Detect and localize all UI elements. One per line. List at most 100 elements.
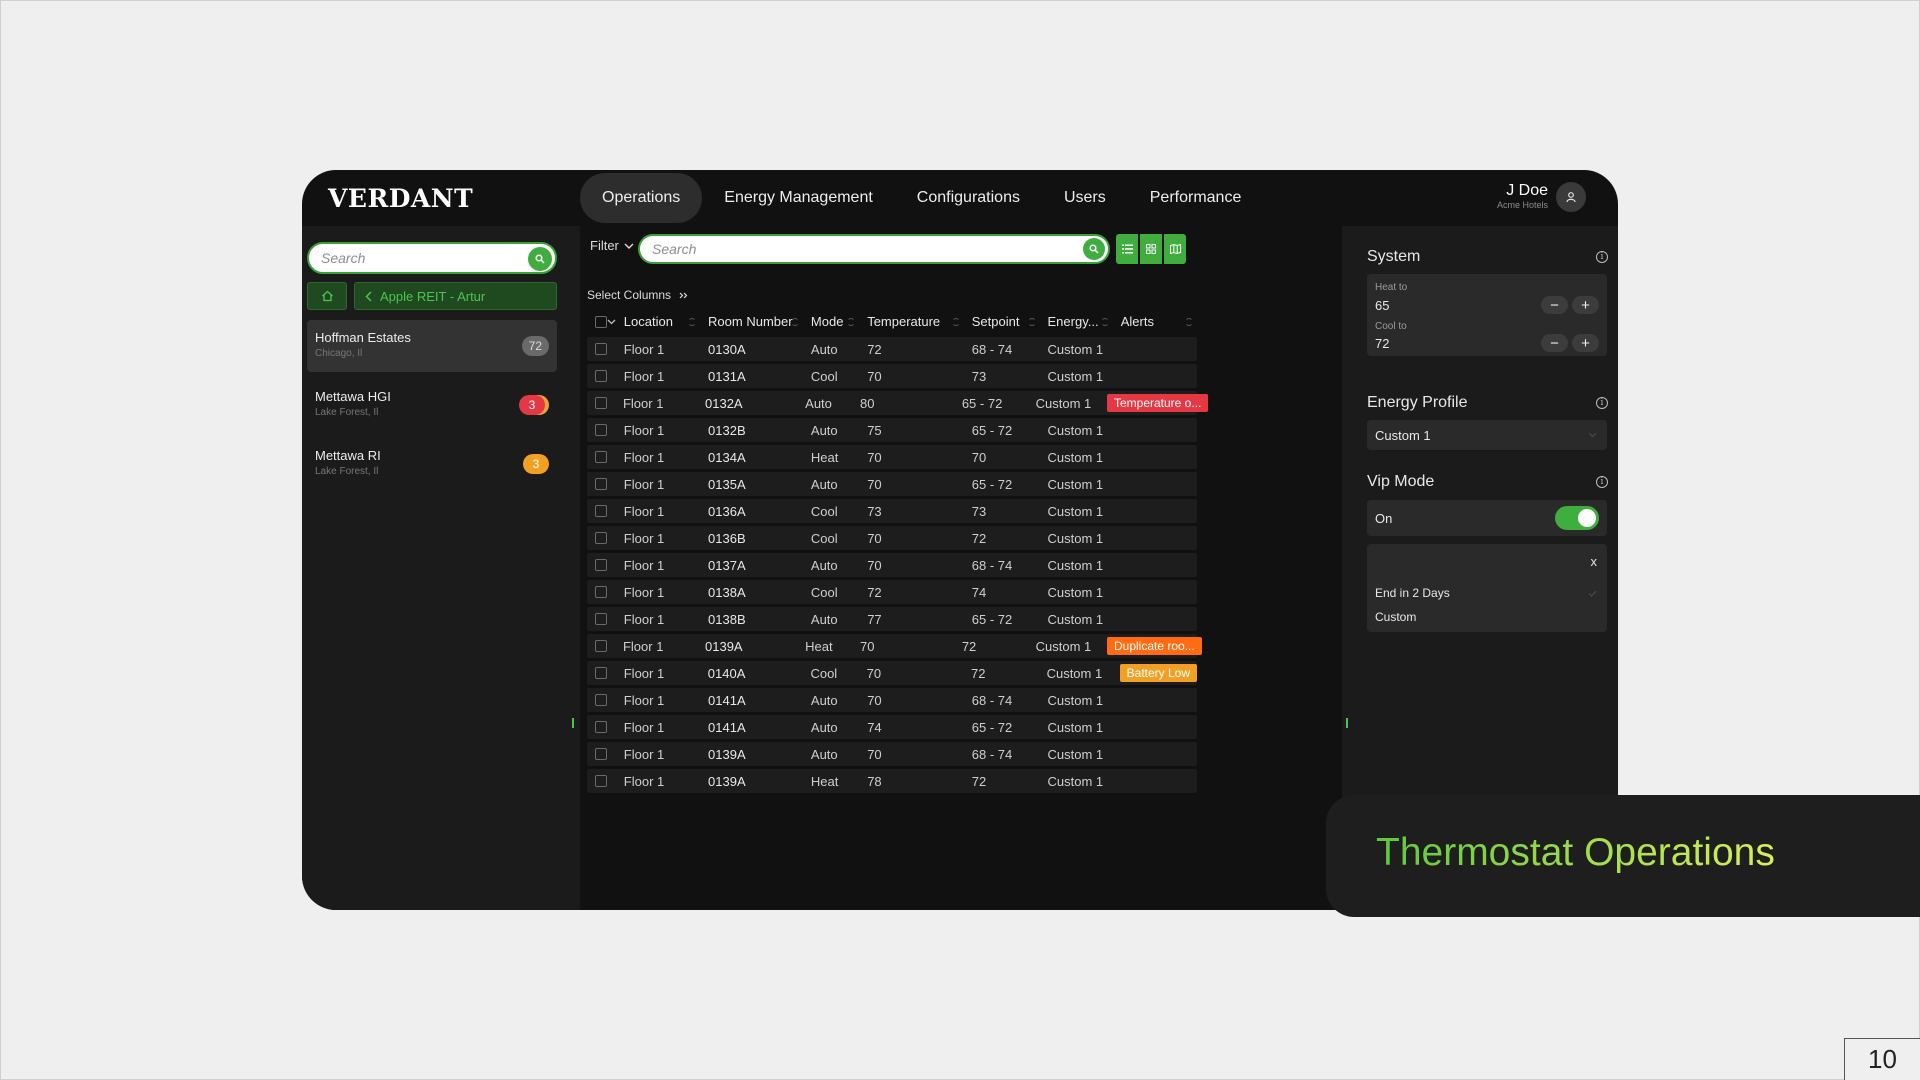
location-cell: Floor 1 <box>616 661 700 685</box>
site-item-hoffman-estates[interactable]: Hoffman Estates Chicago, Il 72 <box>307 320 557 372</box>
nav-users[interactable]: Users <box>1042 173 1128 223</box>
cool-decrease-button[interactable]: − <box>1541 334 1568 352</box>
table-row[interactable]: Floor 1 0139A Auto 70 68 - 74 Custom 1 <box>587 742 1197 766</box>
heat-decrease-button[interactable]: − <box>1541 296 1568 314</box>
room-number-value: 0136A <box>708 503 746 519</box>
sort-icon[interactable] <box>1100 317 1109 326</box>
info-icon[interactable]: i <box>1596 476 1608 488</box>
alert-cell <box>1113 580 1197 604</box>
table-row[interactable]: Floor 1 0132B Auto 75 65 - 72 Custom 1 <box>587 418 1197 442</box>
row-checkbox[interactable] <box>595 532 608 544</box>
row-checkbox[interactable] <box>595 775 608 787</box>
sort-icon[interactable] <box>688 317 697 326</box>
row-checkbox[interactable] <box>595 343 608 355</box>
alert-badge[interactable]: Temperature o... <box>1106 394 1209 412</box>
table-row[interactable]: Floor 1 0139A Heat 70 72 Custom 1 Duplicate ro… <box>587 634 1202 658</box>
site-search-input[interactable] <box>321 250 521 266</box>
vip-option-end-in-2-days[interactable]: End in 2 Days <box>1375 586 1450 600</box>
row-checkbox[interactable] <box>595 694 608 706</box>
home-button[interactable] <box>307 282 347 310</box>
close-icon[interactable]: x <box>1591 554 1598 569</box>
table-row[interactable]: Floor 1 0136A Cool 73 73 Custom 1 <box>587 499 1197 523</box>
column-header-mode[interactable]: Mode <box>803 306 859 337</box>
table-row[interactable]: Floor 1 0132A Auto 80 65 - 72 Custom 1 Tempera… <box>587 391 1209 415</box>
alert-badge[interactable]: Battery Low <box>1119 664 1198 682</box>
row-checkbox[interactable] <box>595 505 608 517</box>
table-row[interactable]: Floor 1 0138A Cool 72 74 Custom 1 <box>587 580 1197 604</box>
energy-profile-cell: Custom 1 <box>1040 445 1113 469</box>
row-checkbox[interactable] <box>595 478 608 490</box>
row-checkbox[interactable] <box>595 586 608 598</box>
info-icon[interactable]: i <box>1596 397 1608 409</box>
heat-increase-button[interactable]: + <box>1572 296 1599 314</box>
map-view-button[interactable] <box>1164 234 1186 264</box>
row-checkbox[interactable] <box>595 667 608 679</box>
row-checkbox[interactable] <box>595 424 608 436</box>
table-row[interactable]: Floor 1 0134A Heat 70 70 Custom 1 <box>587 445 1197 469</box>
select-all-checkbox[interactable] <box>595 315 608 328</box>
row-checkbox[interactable] <box>595 559 608 571</box>
grid-view-button[interactable] <box>1140 234 1162 264</box>
select-columns-toggle[interactable]: Select Columns <box>587 288 689 302</box>
chevron-down-icon[interactable] <box>607 319 616 325</box>
user-menu[interactable]: J Doe Acme Hotels <box>1497 182 1586 212</box>
cool-increase-button[interactable]: + <box>1572 334 1599 352</box>
row-checkbox[interactable] <box>595 748 608 760</box>
table-row[interactable]: Floor 1 0141A Auto 70 68 - 74 Custom 1 <box>587 688 1197 712</box>
sort-icon[interactable] <box>1027 317 1036 326</box>
breadcrumb-back-button[interactable]: Apple REIT - Artur <box>354 282 557 310</box>
nav-operations[interactable]: Operations <box>580 173 703 223</box>
table-row[interactable]: Floor 1 0139A Heat 78 72 Custom 1 <box>587 769 1197 793</box>
sort-icon[interactable] <box>847 317 856 326</box>
info-icon[interactable]: i <box>1596 251 1608 263</box>
table-row[interactable]: Floor 1 0136B Cool 70 72 Custom 1 <box>587 526 1197 550</box>
column-header-location[interactable]: Location <box>616 306 700 337</box>
site-item-mettawa-hgi[interactable]: Mettawa HGI Lake Forest, Il 3 <box>307 379 557 431</box>
sort-icon[interactable] <box>790 317 799 326</box>
energy-profile-cell: Custom 1 <box>1040 688 1113 712</box>
vip-mode-toggle[interactable] <box>1555 506 1599 530</box>
table-row[interactable]: Floor 1 0141A Auto 74 65 - 72 Custom 1 <box>587 715 1197 739</box>
site-item-mettawa-ri[interactable]: Mettawa RI Lake Forest, Il 3 <box>307 438 557 490</box>
row-checkbox[interactable] <box>595 451 608 463</box>
row-checkbox[interactable] <box>594 640 607 652</box>
sidebar-resize-handle[interactable] <box>572 718 574 728</box>
table-row[interactable]: Floor 1 0140A Cool 70 72 Custom 1 Battery Low <box>587 661 1198 685</box>
alert-cell: Duplicate roo... <box>1099 634 1202 658</box>
list-view-button[interactable] <box>1116 234 1138 264</box>
room-search-button[interactable] <box>1083 238 1105 260</box>
system-section-title: System <box>1367 248 1421 265</box>
room-search-input[interactable] <box>652 241 1052 257</box>
column-header-alerts[interactable]: Alerts <box>1113 306 1197 337</box>
table-row[interactable]: Floor 1 0130A Auto 72 68 - 74 Custom 1 <box>587 337 1197 361</box>
table-row[interactable]: Floor 1 0135A Auto 70 65 - 72 Custom 1 <box>587 472 1197 496</box>
nav-configurations[interactable]: Configurations <box>895 173 1042 223</box>
sort-icon[interactable] <box>951 317 960 326</box>
column-label: Room Number <box>708 314 793 329</box>
column-header-room-number[interactable]: Room Number <box>700 306 803 337</box>
alert-badge[interactable]: Duplicate roo... <box>1106 637 1202 655</box>
site-search-button[interactable] <box>528 247 552 271</box>
filter-dropdown[interactable]: Filter <box>590 238 634 253</box>
row-checkbox[interactable] <box>595 721 608 733</box>
table-row[interactable]: Floor 1 0131A Cool 70 73 Custom 1 <box>587 364 1197 388</box>
row-checkbox[interactable] <box>595 370 608 382</box>
row-checkbox[interactable] <box>594 397 607 409</box>
nav-performance[interactable]: Performance <box>1128 173 1264 223</box>
energy-profile-select[interactable]: Custom 1 <box>1367 420 1607 450</box>
temperature-cell: 70 <box>852 634 954 658</box>
vip-option-custom[interactable]: Custom <box>1375 610 1416 624</box>
avatar[interactable] <box>1556 182 1586 212</box>
room-number-value: 0139A <box>705 638 743 654</box>
table-row[interactable]: Floor 1 0138B Auto 77 65 - 72 Custom 1 <box>587 607 1197 631</box>
column-header-setpoint[interactable]: Setpoint <box>964 306 1040 337</box>
sort-icon[interactable] <box>1184 317 1193 326</box>
column-header-energy[interactable]: Energy... <box>1040 306 1113 337</box>
table-row[interactable]: Floor 1 0137A Auto 70 68 - 74 Custom 1 <box>587 553 1197 577</box>
row-checkbox[interactable] <box>595 613 608 625</box>
setpoint-value: 65 - 72 <box>971 611 1013 627</box>
panel-resize-handle[interactable] <box>1346 718 1348 728</box>
column-header-temperature[interactable]: Temperature <box>859 306 964 337</box>
nav-energy-management[interactable]: Energy Management <box>702 173 895 223</box>
energy-profile-cell: Custom 1 <box>1028 391 1099 415</box>
